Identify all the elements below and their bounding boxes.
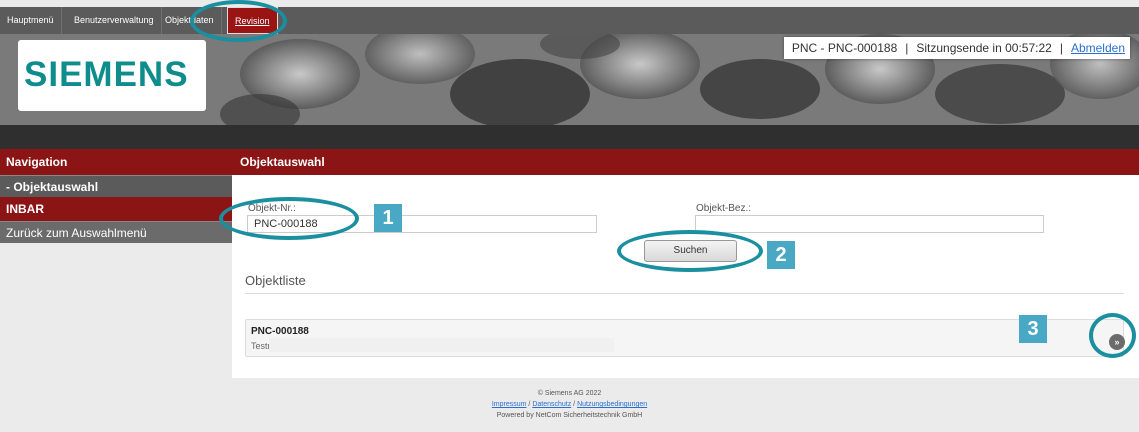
annotation-badge-3: 3 bbox=[1019, 315, 1047, 343]
nav-item-hauptmenue[interactable]: Hauptmenü bbox=[0, 7, 62, 34]
session-id: PNC - PNC-000188 bbox=[791, 41, 898, 55]
objekt-bez-label: Objekt-Bez.: bbox=[696, 203, 752, 214]
nav-item-objektdaten[interactable]: Objektdaten bbox=[158, 7, 222, 34]
nutzungsbedingungen-link[interactable]: Nutzungsbedingungen bbox=[577, 401, 647, 408]
objekt-nr-input[interactable] bbox=[247, 215, 597, 233]
sidebar-item-objektauswahl[interactable]: - Objektauswahl bbox=[0, 175, 232, 197]
open-details-icon[interactable]: » bbox=[1109, 334, 1125, 350]
objekt-bez-input[interactable] bbox=[695, 215, 1044, 233]
nav-item-benutzerverwaltung[interactable]: Benutzerverwaltung bbox=[67, 7, 162, 34]
nav-item-revision[interactable]: Revision bbox=[227, 7, 278, 34]
main-heading: Objektauswahl bbox=[232, 149, 1139, 175]
list-item-title: PNC-000188 bbox=[251, 326, 309, 337]
sidebar-item-back[interactable]: Zurück zum Auswahlmenü bbox=[0, 221, 232, 243]
datenschutz-link[interactable]: Datenschutz bbox=[532, 401, 571, 408]
sidebar-heading: Navigation bbox=[0, 149, 232, 175]
header-bottom-band bbox=[0, 125, 1139, 149]
annotation-badge-2: 2 bbox=[767, 241, 795, 269]
impressum-link[interactable]: Impressum bbox=[492, 401, 527, 408]
siemens-logo: SIEMENS bbox=[24, 55, 189, 94]
top-navigation: Hauptmenü Benutzerverwaltung Objektdaten… bbox=[0, 7, 1139, 34]
redacted-area bbox=[269, 338, 614, 352]
sidebar-section-inbar: INBAR bbox=[0, 197, 232, 221]
separator: | bbox=[905, 41, 909, 55]
footer-links: Impressum / Datenschutz / Nutzungsbeding… bbox=[0, 399, 1139, 410]
separator: | bbox=[1059, 41, 1063, 55]
objektliste-title: Objektliste bbox=[245, 273, 306, 288]
logout-link[interactable]: Abmelden bbox=[1071, 41, 1125, 55]
sidebar: Navigation - Objektauswahl INBAR Zurück … bbox=[0, 149, 232, 243]
search-button[interactable]: Suchen bbox=[644, 240, 737, 262]
footer-copyright: © Siemens AG 2022 bbox=[537, 390, 602, 397]
annotation-badge-1: 1 bbox=[374, 204, 402, 232]
footer-powered-by: Powered by NetCom Sicherheitstechnik Gmb… bbox=[496, 412, 643, 419]
footer: © Siemens AG 2022 Impressum / Datenschut… bbox=[0, 388, 1139, 421]
session-info: PNC - PNC-000188 | Sitzungsende in 00:57:2… bbox=[783, 37, 1130, 59]
divider bbox=[245, 293, 1124, 294]
session-timer: Sitzungsende in 00:57:22 bbox=[916, 41, 1052, 55]
objekt-nr-label: Objekt-Nr.: bbox=[248, 203, 296, 214]
